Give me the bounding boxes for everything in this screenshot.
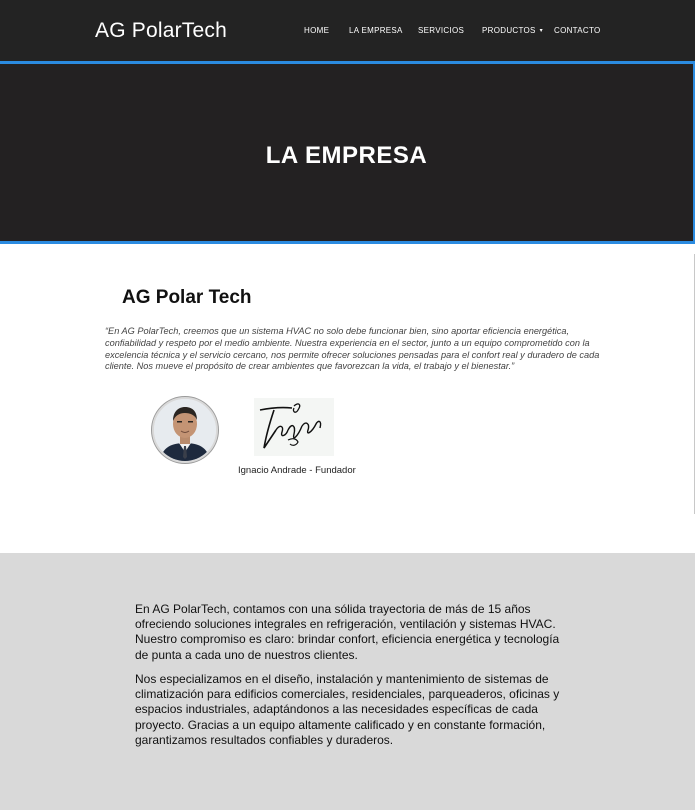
founder-signature [252, 396, 336, 458]
founder-avatar [152, 397, 218, 463]
about-section: AG Polar Tech “En AG PolarTech, creemos … [0, 244, 695, 553]
nav-item-contacto[interactable]: CONTACTO [554, 26, 601, 35]
nav-item-home[interactable]: HOME [304, 26, 329, 35]
nav-item-productos[interactable]: PRODUCTOS ▾ [482, 26, 543, 35]
nav-item-servicios[interactable]: SERVICIOS [418, 26, 464, 35]
dropdown-caret-icon: ▾ [539, 28, 543, 34]
nav-item-la-empresa[interactable]: LA EMPRESA [349, 26, 403, 35]
hero-banner: LA EMPRESA [0, 61, 695, 244]
company-info-section: En AG PolarTech, contamos con una sólida… [0, 553, 695, 810]
founder-caption: Ignacio Andrade - Fundador [238, 465, 356, 476]
info-paragraph-1: En AG PolarTech, contamos con una sólida… [135, 602, 560, 662]
page-title: LA EMPRESA [265, 142, 428, 169]
nav-item-productos-label: PRODUCTOS [482, 26, 536, 35]
founder-photo-icon [154, 399, 216, 461]
about-title: AG Polar Tech [122, 287, 252, 308]
brand-logo-link[interactable]: AG PolarTech [95, 19, 227, 43]
info-paragraph-2: Nos especializamos en el diseño, instala… [135, 672, 560, 747]
top-navbar: AG PolarTech HOME LA EMPRESA SERVICIOS P… [0, 0, 695, 61]
founder-quote: “En AG PolarTech, creemos que un sistema… [105, 326, 600, 372]
